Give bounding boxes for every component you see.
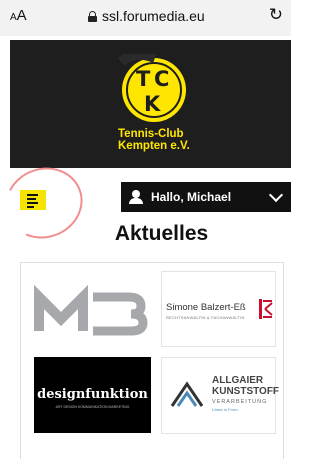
nav-row: Hallo, Michael <box>0 156 291 250</box>
sponsor-mb[interactable] <box>31 273 151 349</box>
menu-button[interactable] <box>20 190 46 210</box>
header-banner: T C K Tennis-Club Kempten e.V. <box>10 40 291 168</box>
svg-text:T: T <box>136 67 151 91</box>
sponsor-slogan: Lösen in Form. <box>212 407 239 412</box>
club-name-line1: Tennis-Club <box>118 128 184 140</box>
mb-logo <box>34 284 148 336</box>
club-name-line2: Kempten e.V. <box>118 140 190 152</box>
sponsor-subtitle: RECHTSANWÄLTIN & FACHANWÄLTIN <box>166 315 245 320</box>
user-greeting: Hallo, Michael <box>151 190 232 204</box>
sponsor-allgaier[interactable]: ALLGAIER KUNSTSTOFF VERARBEITUNG Lösen i… <box>161 357 280 434</box>
sponsor-name-line2: KUNSTSTOFF <box>212 386 280 397</box>
page-title: Aktuelles <box>114 222 209 245</box>
allgaier-logo-mark <box>170 381 204 407</box>
sponsor-name: designfunktion <box>37 387 148 402</box>
sponsors-card: Simone Balzert-Eß RECHTSANWÄLTIN & FACHA… <box>20 262 284 459</box>
browser-address-bar: AA ssl.forumedia.eu ↻ <box>0 0 291 36</box>
text-size-button[interactable]: AA <box>10 7 27 24</box>
menu-icon <box>27 194 38 210</box>
sponsor-name: Simone Balzert-Eß <box>166 302 246 313</box>
club-name: Tennis-Club Kempten e.V. <box>118 128 190 152</box>
sponsor-subtitle: ART DESIGN KOMMUNIKATION MARKETING <box>55 405 130 409</box>
user-icon <box>129 190 143 204</box>
sponsor-designfunktion[interactable]: designfunktion ART DESIGN KOMMUNIKATION … <box>34 357 151 433</box>
club-logo[interactable]: T C K <box>115 54 193 124</box>
svg-text:C: C <box>154 67 169 91</box>
sponsor-name-line1: ALLGAIER <box>212 375 264 386</box>
sponsor-tagline: VERARBEITUNG <box>212 399 268 405</box>
svg-text:K: K <box>144 92 161 116</box>
chevron-down-icon <box>268 187 284 202</box>
sponsor-simone-balzert[interactable]: Simone Balzert-Eß RECHTSANWÄLTIN & FACHA… <box>161 271 276 347</box>
url-text: ssl.forumedia.eu <box>102 8 205 24</box>
url-field[interactable]: ssl.forumedia.eu <box>88 8 205 24</box>
sb-logo-mark <box>259 299 273 319</box>
user-dropdown[interactable]: Hallo, Michael <box>121 182 291 212</box>
lock-icon <box>88 10 97 22</box>
reload-icon[interactable]: ↻ <box>269 5 283 25</box>
